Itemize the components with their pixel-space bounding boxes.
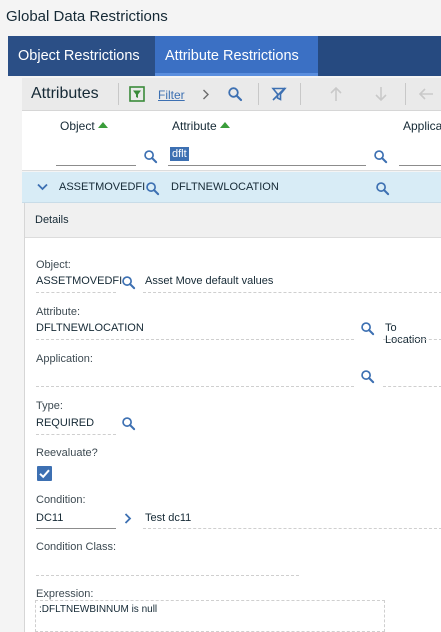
tab-bar: Object Restrictions Attribute Restrictio… (8, 36, 441, 76)
attribute-filter-value[interactable]: dflt (170, 147, 189, 161)
attribute-filter-input[interactable] (168, 165, 366, 166)
sort-ascending-icon (97, 122, 108, 128)
search-icon[interactable] (375, 181, 390, 196)
search-icon[interactable] (121, 416, 136, 431)
arrow-down-icon[interactable] (374, 86, 388, 102)
attribute-label: Attribute: (36, 306, 81, 318)
expression-value: :DFLTNEWBINNUM is null (39, 604, 158, 615)
field-underline (36, 434, 116, 435)
row-object: ASSETMOVEDFI (59, 181, 146, 193)
search-icon[interactable] (121, 275, 136, 290)
field-underline (36, 292, 116, 293)
details-title: Details (35, 214, 69, 226)
search-icon[interactable] (360, 369, 375, 384)
table-toolbar: Attributes Filter (22, 78, 441, 111)
chevron-right-icon[interactable] (202, 89, 210, 100)
condition-field[interactable]: DC11 (36, 512, 63, 524)
type-label: Type: (36, 400, 63, 412)
divider (118, 83, 119, 105)
reevaluate-label: Reevaluate? (36, 447, 98, 459)
expression-textarea[interactable]: :DFLTNEWBINNUM is null (35, 600, 385, 632)
field-underline (36, 575, 299, 576)
column-header-label: Attribute (172, 119, 217, 133)
field-underline (383, 386, 441, 387)
row-attribute: DFLTNEWLOCATION (171, 181, 279, 193)
arrow-left-icon[interactable] (418, 87, 434, 101)
arrow-up-icon[interactable] (329, 86, 343, 102)
sort-ascending-icon (219, 122, 230, 128)
chevron-right-icon[interactable] (124, 513, 132, 524)
field-underline (36, 339, 354, 340)
application-filter-input[interactable] (399, 165, 441, 166)
table-row[interactable]: ASSETMOVEDFI DFLTNEWLOCATION (22, 172, 441, 203)
table-title: Attributes (31, 85, 99, 102)
column-header-attribute[interactable]: Attribute (172, 119, 230, 133)
chevron-down-icon[interactable] (37, 183, 48, 191)
object-label: Object: (36, 259, 71, 271)
field-underline (36, 528, 116, 529)
search-icon[interactable] (373, 149, 388, 164)
field-underline (143, 528, 441, 529)
search-icon[interactable] (360, 321, 375, 336)
type-field[interactable]: REQUIRED (36, 417, 94, 429)
attribute-description: To Location (385, 322, 427, 346)
filter-toggle-icon[interactable] (129, 86, 145, 102)
details-panel: Details Object: ASSETMOVEDFI Asset Move … (24, 203, 441, 632)
attribute-field[interactable]: DFLTNEWLOCATION (36, 322, 144, 334)
object-filter-input[interactable] (56, 165, 136, 166)
search-icon[interactable] (143, 149, 158, 164)
column-header-label: Object (60, 119, 95, 133)
clear-filter-icon[interactable] (271, 86, 287, 102)
application-label: Application: (36, 353, 93, 365)
checkmark-icon (39, 469, 50, 479)
page-title: Global Data Restrictions (6, 8, 168, 25)
field-underline (143, 292, 441, 293)
table-header: Object Attribute Applica dflt (22, 111, 441, 171)
object-field[interactable]: ASSETMOVEDFI (36, 275, 122, 287)
reevaluate-checkbox[interactable] (37, 466, 52, 481)
object-description: Asset Move default values (145, 275, 274, 287)
divider (300, 83, 301, 105)
tab-attribute-restrictions[interactable]: Attribute Restrictions (155, 36, 318, 76)
condition-class-label: Condition Class: (36, 541, 117, 553)
divider (258, 83, 259, 105)
divider (405, 83, 406, 105)
field-underline (383, 339, 441, 340)
expression-label: Expression: (36, 588, 94, 600)
filter-link[interactable]: Filter (158, 88, 185, 102)
search-icon[interactable] (145, 181, 160, 196)
tab-object-restrictions[interactable]: Object Restrictions (8, 36, 155, 76)
column-header-object[interactable]: Object (60, 119, 108, 133)
column-header-application[interactable]: Applica (403, 119, 441, 133)
details-header: Details (25, 203, 441, 238)
condition-description: Test dc11 (145, 512, 192, 524)
field-underline (36, 386, 354, 387)
condition-label: Condition: (36, 494, 86, 506)
search-icon[interactable] (227, 86, 243, 102)
